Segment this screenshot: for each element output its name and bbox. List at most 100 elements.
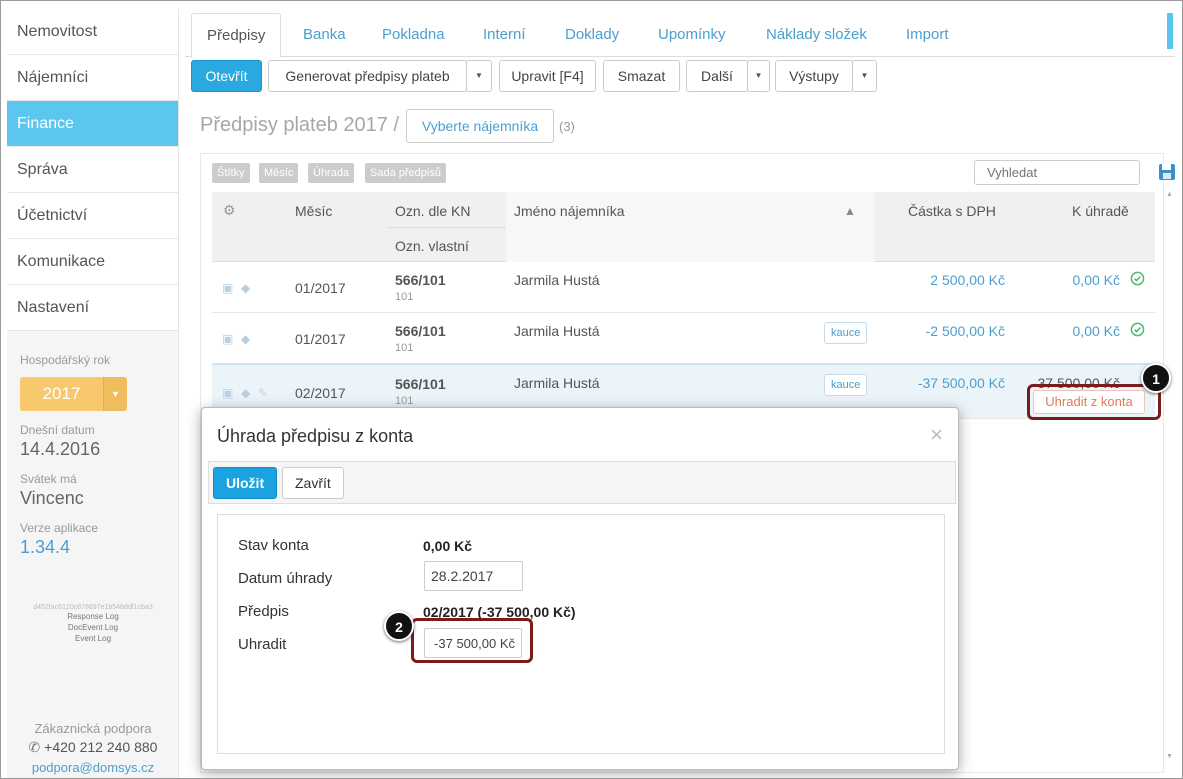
row-own: 101 <box>395 342 414 354</box>
callout-highlight-2 <box>411 618 533 663</box>
gear-icon[interactable]: ⚙ <box>223 202 236 219</box>
briefcase-icon[interactable]: ▣ <box>222 386 233 400</box>
filter-prescription-set[interactable]: Sada předpisů <box>365 163 446 183</box>
tag-icon[interactable]: ◆ <box>241 281 250 295</box>
row-tenant: Jarmila Hustá <box>514 375 600 391</box>
account-balance-value: 0,00 Kč <box>423 538 473 554</box>
briefcase-icon[interactable]: ▣ <box>222 332 233 346</box>
outputs-dropdown-button[interactable]: ▼ <box>852 60 877 92</box>
fiscal-year-select[interactable]: 2017 ▼ <box>20 377 127 411</box>
row-icons: ▣ ◆ ✎ <box>222 385 268 400</box>
docevent-log-link[interactable]: DocEvent Log <box>20 622 166 633</box>
row-month: 01/2017 <box>295 331 346 347</box>
sidebar-item-nastaveni[interactable]: Nastavení <box>7 285 178 331</box>
row-amount: -2 500,00 Kč <box>925 323 1005 339</box>
support-phone-number: +420 212 240 880 <box>44 739 158 755</box>
row-due: 0,00 Kč <box>1072 272 1120 288</box>
callout-badge-2: 2 <box>384 611 414 641</box>
sort-asc-icon: ▲ <box>844 204 856 218</box>
column-header-amount[interactable]: Částka s DPH <box>908 203 996 219</box>
sidebar-item-najemnici[interactable]: Nájemníci <box>7 55 178 101</box>
kauce-tag[interactable]: kauce <box>824 374 868 396</box>
more-button[interactable]: Další <box>686 60 748 92</box>
check-circle-icon <box>1130 271 1145 286</box>
column-header-month[interactable]: Měsíc <box>295 203 332 219</box>
tab-naklady-slozek[interactable]: Náklady složek <box>766 13 867 57</box>
sidebar-item-ucetnictvi[interactable]: Účetnictví <box>7 193 178 239</box>
open-button[interactable]: Otevřít <box>191 60 262 92</box>
scroll-up-icon[interactable]: ▲ <box>1166 191 1174 199</box>
tab-predpisy[interactable]: Předpisy <box>191 13 282 58</box>
phone-icon: ✆ <box>28 739 41 755</box>
delete-button[interactable]: Smazat <box>603 60 680 92</box>
response-log-link[interactable]: Response Log <box>20 611 166 622</box>
close-icon[interactable]: × <box>930 422 943 448</box>
save-icon[interactable] <box>1159 162 1175 182</box>
fiscal-year-value: 2017 <box>20 377 103 411</box>
tabs-accent-bar <box>1167 13 1173 49</box>
row-kn: 566/101 <box>395 272 446 288</box>
check-circle-icon <box>1130 322 1145 337</box>
scroll-down-icon[interactable]: ▼ <box>1166 753 1174 761</box>
support-email[interactable]: podpora@domsys.cz <box>7 760 179 775</box>
tag-icon[interactable]: ◆ <box>241 386 250 400</box>
tab-import[interactable]: Import <box>906 13 949 57</box>
generate-dropdown-button[interactable]: ▼ <box>466 60 492 92</box>
dialog-toolbar: Uložit Zavřít <box>208 461 956 504</box>
dialog-form: Stav konta 0,00 Kč Datum úhrady Předpis … <box>217 514 945 754</box>
generate-button[interactable]: Generovat předpisy plateb <box>268 60 467 92</box>
tab-pokladna[interactable]: Pokladna <box>382 13 445 57</box>
version-label: Verze aplikace <box>20 521 99 535</box>
tag-icon[interactable]: ◆ <box>241 332 250 346</box>
filter-month[interactable]: Měsíc <box>259 163 299 183</box>
chevron-down-icon: ▼ <box>103 377 127 411</box>
payment-date-label: Datum úhrady <box>238 570 333 587</box>
log-links: Response Log DocEvent Log Event Log <box>20 611 166 644</box>
sidebar-item-finance[interactable]: Finance <box>7 101 178 147</box>
row-kn: 566/101 <box>395 376 446 392</box>
briefcase-icon[interactable]: ▣ <box>222 281 233 295</box>
search-input[interactable] <box>974 160 1140 185</box>
tab-upominky[interactable]: Upomínky <box>658 13 726 57</box>
edit-button[interactable]: Upravit [F4] <box>499 60 596 92</box>
tab-interni[interactable]: Interní <box>483 13 526 57</box>
row-month: 02/2017 <box>295 385 346 401</box>
column-header-own[interactable]: Ozn. vlastní <box>395 238 469 254</box>
table-header: ⚙ Měsíc Ozn. dle KN Ozn. vlastní Jméno n… <box>212 192 1155 262</box>
more-dropdown-button[interactable]: ▼ <box>747 60 770 92</box>
pencil-icon[interactable]: ✎ <box>258 386 268 400</box>
vertical-scrollbar[interactable]: ▲ ▼ <box>1166 191 1174 766</box>
column-header-kn[interactable]: Ozn. dle KN <box>395 203 470 219</box>
row-icons: ▣ ◆ <box>222 331 250 346</box>
page-title: Předpisy plateb 2017 / <box>200 114 400 136</box>
row-amount: 2 500,00 Kč <box>930 272 1005 288</box>
filter-tags[interactable]: Štítky <box>212 163 250 183</box>
dialog-title: Úhrada předpisu z konta <box>217 426 414 446</box>
version-link[interactable]: 1.34.4 <box>20 537 166 558</box>
nameday-label: Svátek má <box>20 472 77 486</box>
row-due: 0,00 Kč <box>1072 323 1120 339</box>
event-log-link[interactable]: Event Log <box>20 633 166 644</box>
main-tabs: Předpisy Banka Pokladna Interní Doklady … <box>185 13 1175 58</box>
sidebar-item-komunikace[interactable]: Komunikace <box>7 239 178 285</box>
prescription-label: Předpis <box>238 603 289 620</box>
tab-doklady[interactable]: Doklady <box>565 13 619 57</box>
sidebar-info: Hospodářský rok 2017 ▼ Dnešní datum 14.4… <box>7 331 178 644</box>
select-tenant-button[interactable]: Vyberte nájemníka <box>406 109 554 143</box>
payment-date-input[interactable] <box>424 561 523 591</box>
column-header-due[interactable]: K úhradě <box>1072 203 1129 219</box>
close-button[interactable]: Zavřít <box>282 467 344 499</box>
save-button[interactable]: Uložit <box>213 467 278 499</box>
sidebar-item-nemovitost[interactable]: Nemovitost <box>7 9 178 55</box>
kauce-tag[interactable]: kauce <box>824 322 868 344</box>
support-block: Zákaznická podpora ✆ +420 212 240 880 po… <box>7 721 179 775</box>
sidebar-item-sprava[interactable]: Správa <box>7 147 178 193</box>
row-tenant: Jarmila Hustá <box>514 272 600 288</box>
tab-banka[interactable]: Banka <box>303 13 346 57</box>
table-row[interactable]: ▣ ◆ 01/2017 566/101 101 Jarmila Hustá 2 … <box>212 262 1155 313</box>
column-header-tenant[interactable]: Jméno nájemníka <box>514 203 625 219</box>
outputs-button[interactable]: Výstupy <box>775 60 853 92</box>
filter-payment[interactable]: Úhrada <box>308 163 355 183</box>
table-row[interactable]: ▣ ◆ 01/2017 566/101 101 Jarmila Hustá ka… <box>212 313 1155 364</box>
support-label: Zákaznická podpora <box>34 721 152 736</box>
